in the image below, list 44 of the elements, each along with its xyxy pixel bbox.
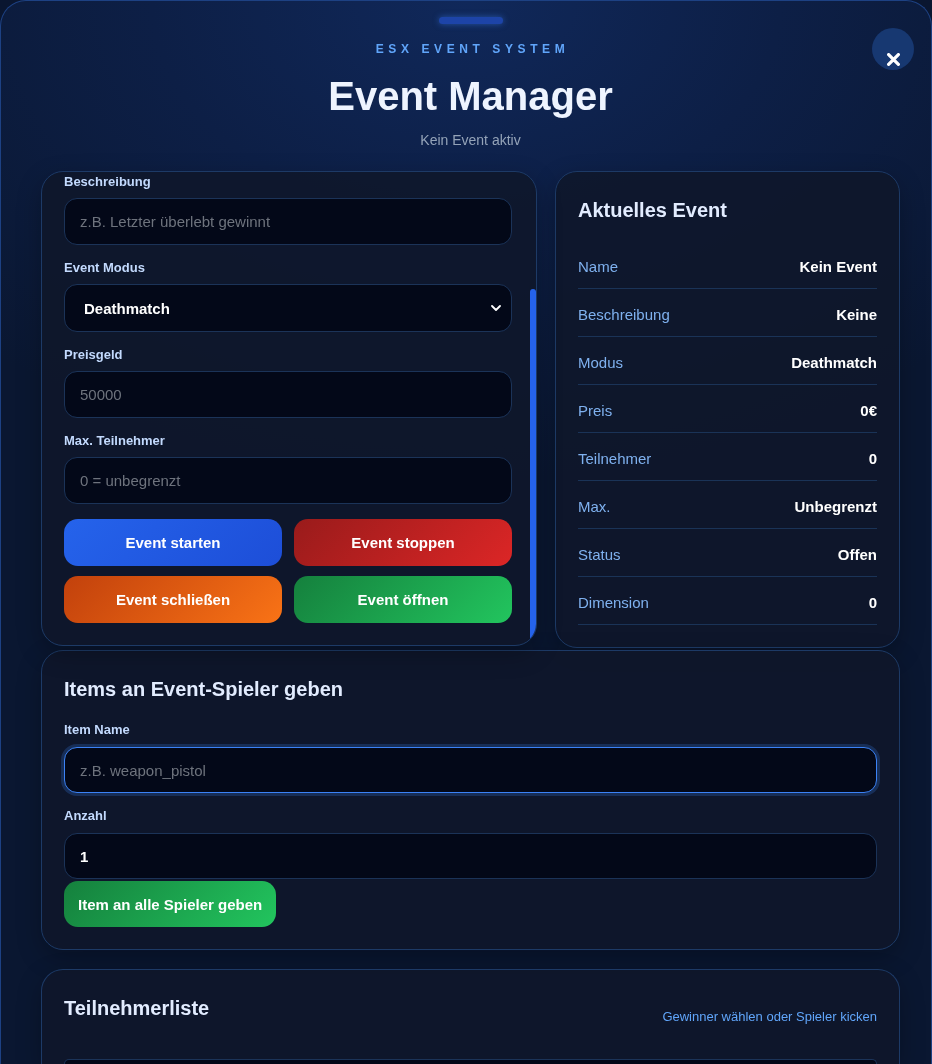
event-status-text: Kein Event aktiv — [420, 131, 521, 149]
info-label: Teilnehmer — [578, 450, 652, 467]
action-button[interactable]: Event starten — [64, 519, 282, 566]
info-value: Unbegrenzt — [794, 498, 877, 515]
field-label: Max. Teilnehmer — [64, 433, 166, 449]
action-button[interactable]: Event öffnen — [294, 576, 512, 623]
info-value: Kein Event — [799, 258, 877, 275]
info-label: Beschreibung — [578, 306, 670, 323]
field-label: Item Name — [64, 722, 131, 738]
chevron-down-icon — [491, 305, 501, 311]
field-label: Anzahl — [64, 808, 108, 824]
info-label: Modus — [578, 354, 624, 371]
action-button[interactable]: Event schließen — [64, 576, 282, 623]
info-value: 0€ — [860, 402, 877, 419]
brand-label: ESX EVENT SYSTEM — [374, 42, 570, 57]
info-label: Preis — [578, 402, 613, 419]
select-field[interactable]: Deathmatch — [64, 284, 512, 332]
info-label: Max. — [578, 498, 611, 515]
input-field[interactable]: 50000 — [64, 371, 512, 418]
card-title: Aktuelles Event — [578, 198, 728, 223]
field-label: Beschreibung — [64, 174, 152, 190]
info-value: Keine — [836, 306, 877, 323]
info-value: Deathmatch — [791, 354, 877, 371]
field-label: Preisgeld — [64, 347, 124, 363]
info-value: 0 — [868, 450, 877, 467]
input-field[interactable]: 0 = unbegrenzt — [64, 457, 512, 504]
input-field[interactable]: z.B. weapon_pistol — [64, 747, 877, 793]
close-button[interactable] — [872, 28, 914, 70]
input-field[interactable]: 1 — [64, 833, 877, 879]
card-title: Teilnehmerliste — [64, 996, 210, 1021]
info-label: Dimension — [578, 594, 649, 611]
field-label: Event Modus — [64, 260, 146, 276]
info-value: 0 — [868, 594, 877, 611]
window-title: Event Manager — [328, 73, 613, 119]
close-icon — [886, 53, 900, 66]
info-value: Offen — [837, 546, 877, 563]
card-title: Items an Event-Spieler geben — [64, 677, 344, 702]
input-field[interactable]: z.B. Letzter überlebt gewinnt — [64, 198, 512, 245]
hint-text: Gewinner wählen oder Spieler kicken — [662, 1009, 877, 1025]
info-label: Status — [578, 546, 621, 563]
drag-handle[interactable] — [438, 17, 503, 24]
give-item-button[interactable]: Item an alle Spieler geben — [64, 881, 277, 927]
info-label: Name — [578, 258, 618, 275]
action-button[interactable]: Event stoppen — [294, 519, 512, 566]
